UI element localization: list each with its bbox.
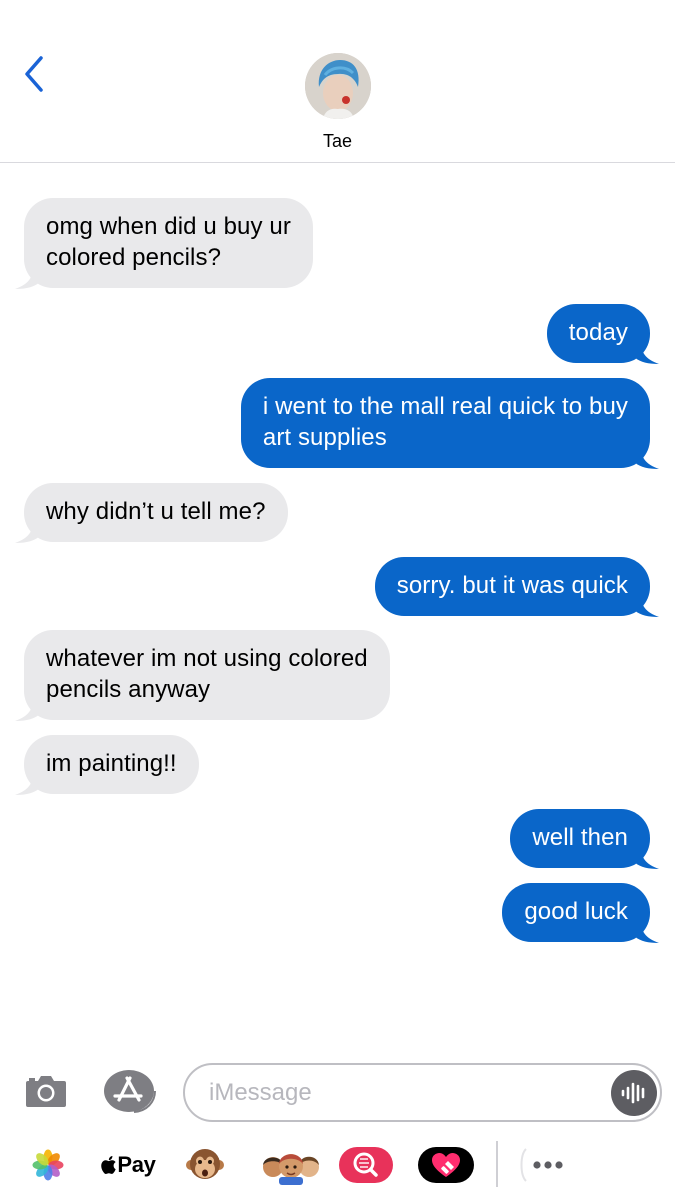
message-line: i went to the mall real quick to buy: [262, 393, 628, 420]
image-search-icon: [339, 1147, 393, 1183]
apple-pay-button[interactable]: Pay: [100, 1142, 156, 1188]
app-drawer: Pay: [0, 1134, 675, 1194]
photos-app-button[interactable]: [30, 1142, 66, 1188]
app-store-button[interactable]: [103, 1068, 157, 1114]
message-bubble-outgoing[interactable]: well then: [510, 809, 659, 869]
more-icon: [520, 1148, 563, 1182]
digital-touch-icon: [418, 1147, 474, 1183]
message-bubble-outgoing[interactable]: good luck: [502, 883, 659, 943]
compose-bar: [0, 1058, 675, 1128]
message-line: colored pencils?: [46, 244, 222, 271]
chevron-left-icon: [25, 56, 43, 92]
monkey-animoji-icon: [186, 1149, 224, 1179]
message-bubble-outgoing[interactable]: sorry. but it was quick: [374, 557, 659, 617]
message-bubble-incoming[interactable]: omg when did u buy ur colored pencils?: [15, 198, 313, 289]
app-store-icon: [104, 1070, 156, 1113]
imessage-field[interactable]: [183, 1063, 662, 1122]
message-line: good luck: [524, 898, 628, 925]
message-line: today: [568, 319, 628, 346]
memoji-button[interactable]: [258, 1142, 324, 1188]
message-line: art supplies: [262, 424, 387, 451]
avatar[interactable]: [305, 53, 371, 119]
back-button[interactable]: [14, 52, 54, 96]
image-search-button[interactable]: [339, 1142, 393, 1188]
digital-touch-button[interactable]: [418, 1142, 474, 1188]
camera-icon: [26, 1076, 66, 1107]
tray-divider: [496, 1141, 498, 1187]
message-bubble-incoming[interactable]: whatever im not using colored pencils an…: [15, 630, 390, 721]
message-line: pencils anyway: [46, 676, 211, 703]
apple-logo-icon: [101, 1156, 117, 1174]
message-line: whatever im not using colored: [46, 645, 368, 672]
message-line: why didn’t u tell me?: [46, 498, 266, 525]
message-bubble-incoming[interactable]: im painting!!: [15, 735, 199, 795]
message-line: im painting!!: [46, 750, 177, 777]
audio-message-button[interactable]: [611, 1070, 657, 1116]
message-bubble-outgoing[interactable]: i went to the mall real quick to buy art…: [240, 378, 659, 469]
waveform-icon: [621, 1082, 645, 1104]
camera-button[interactable]: [24, 1070, 68, 1110]
message-bubble-incoming[interactable]: why didn’t u tell me?: [15, 483, 288, 543]
avatar-image: [305, 53, 371, 119]
message-thread: omg when did u buy ur colored pencils? t…: [0, 163, 675, 1043]
message-input[interactable]: [209, 1077, 609, 1109]
message-line: omg when did u buy ur: [46, 213, 291, 240]
message-line: sorry. but it was quick: [396, 572, 628, 599]
animoji-button[interactable]: [184, 1142, 226, 1188]
conversation-header: Tae: [0, 0, 675, 163]
photos-icon: [32, 1149, 64, 1181]
contact-name[interactable]: Tae: [0, 131, 675, 152]
more-apps-button[interactable]: [520, 1142, 576, 1188]
message-bubble-outgoing[interactable]: today: [546, 304, 659, 364]
message-line: well then: [532, 824, 628, 851]
memoji-icon: [263, 1154, 319, 1185]
apple-pay-label: Pay: [117, 1152, 156, 1177]
